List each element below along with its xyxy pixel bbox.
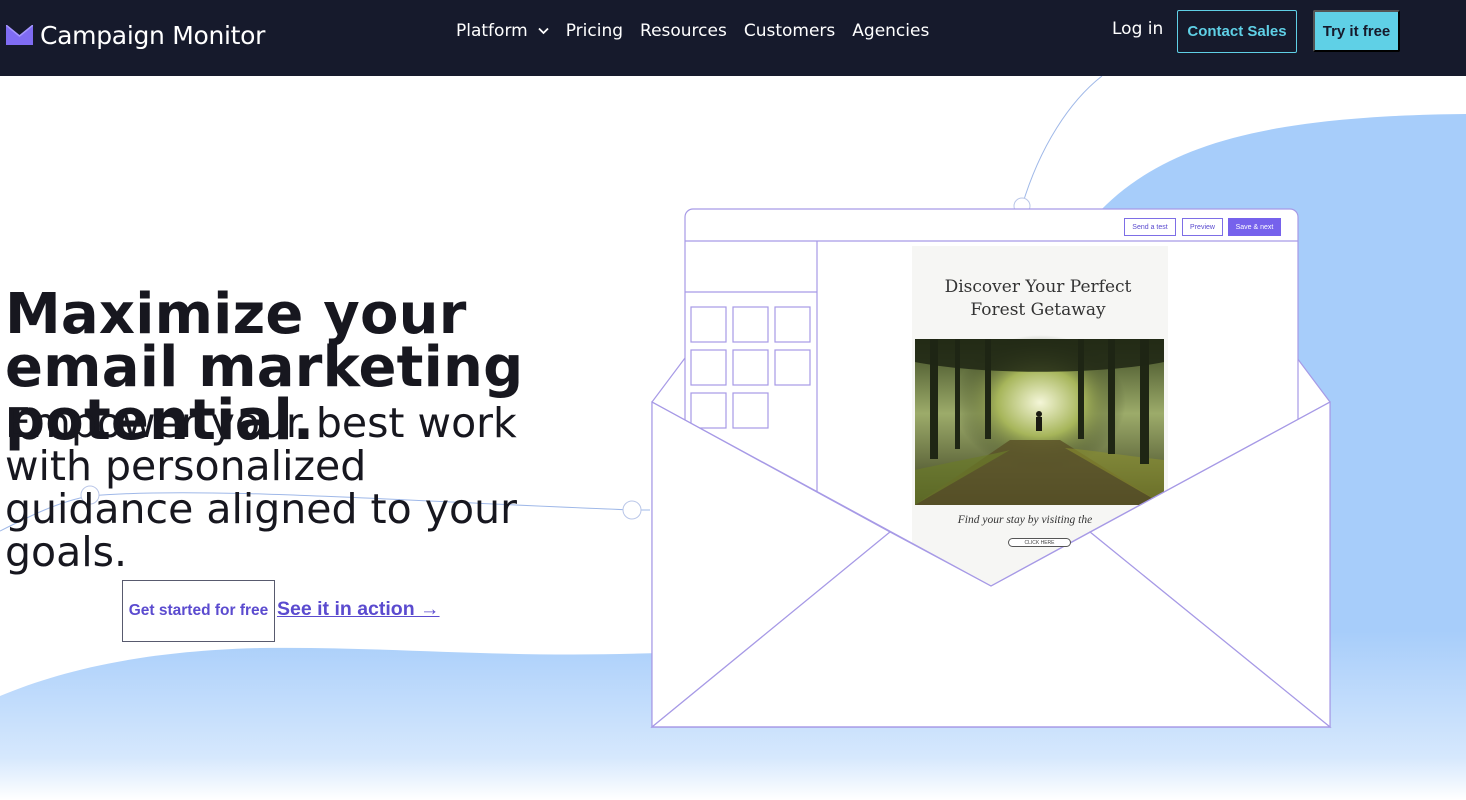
envelope-logo-icon [6,25,33,45]
see-it-in-action-link[interactable]: See it in action → [277,598,440,621]
nav-link-resources[interactable]: Resources [640,21,727,41]
save-next-mock-button: Save & next [1228,218,1281,236]
send-test-mock-button: Send a test [1124,218,1176,236]
hero-subheadline: Empower your best work with personalized… [5,399,517,576]
email-caption: Find your stay by visiting the [957,514,1093,526]
email-cta-mock-button: CLICK HERE [1008,538,1071,547]
nav-link-platform-label: Platform [456,21,528,41]
preview-mock-button: Preview [1182,218,1223,236]
brand-name: Campaign Monitor [40,20,266,50]
top-navbar: Campaign Monitor Platform Pricing Resour… [0,0,1466,76]
contact-sales-button[interactable]: Contact Sales [1177,10,1297,53]
get-started-button[interactable]: Get started for free [122,580,275,642]
forest-photo [915,335,1164,505]
nav-link-platform[interactable]: Platform [456,21,549,41]
login-link[interactable]: Log in [1112,19,1163,39]
nav-link-agencies[interactable]: Agencies [852,21,929,41]
brand-logo[interactable]: Campaign Monitor [6,18,265,52]
connector-line-top [1021,76,1103,207]
nav-link-pricing[interactable]: Pricing [566,21,623,41]
try-free-button[interactable]: Try it free [1313,10,1400,52]
chevron-down-icon [538,27,549,35]
nav-link-customers[interactable]: Customers [744,21,835,41]
main-nav-links: Platform Pricing Resources Customers Age… [456,19,946,43]
email-title: Discover Your Perfect Forest Getaway [944,277,1132,320]
